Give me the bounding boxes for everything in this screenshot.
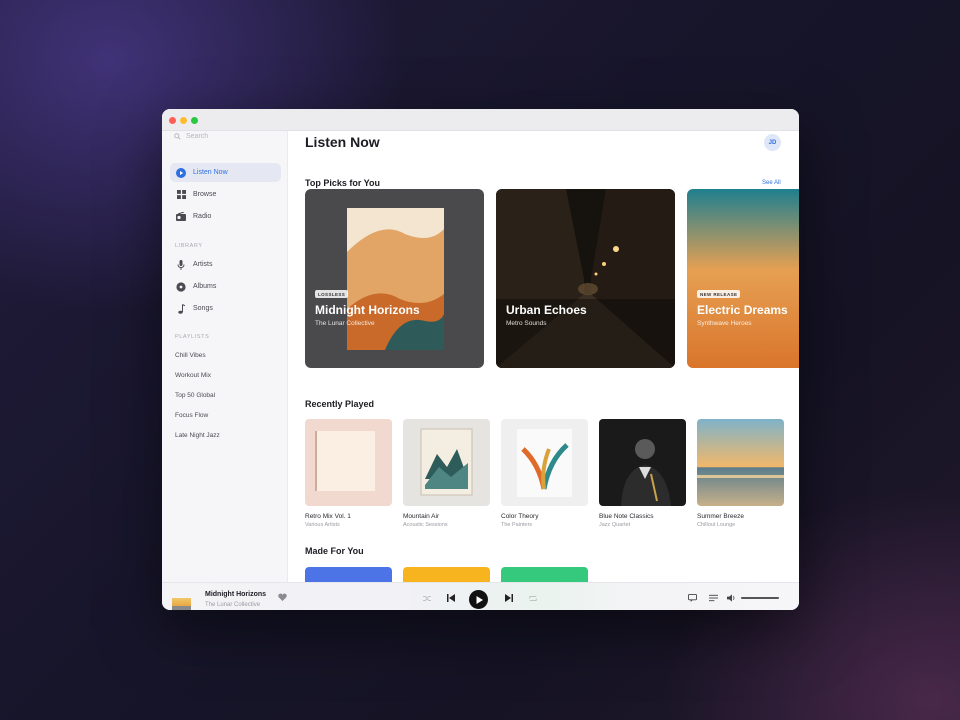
sidebar-item-label: Listen Now (193, 169, 228, 176)
recent-album-card[interactable]: Retro Mix Vol. 1 Various Artists (305, 419, 392, 528)
album-title: Summer Breeze (697, 513, 744, 520)
pick-title: Midnight Horizons (315, 303, 420, 317)
album-artist: The Painters (501, 522, 533, 528)
heart-icon[interactable] (277, 592, 287, 602)
playlist-item[interactable]: Late Night Jazz (175, 432, 220, 439)
album-art (305, 419, 392, 506)
album-art-abstract (305, 189, 484, 368)
pick-subtitle: Metro Sounds (506, 320, 547, 327)
play-circle-icon (176, 167, 186, 178)
radio-icon (176, 212, 186, 222)
album-art (403, 419, 490, 506)
pick-subtitle: Synthwave Heroes (697, 320, 752, 327)
library-section-label: LIBRARY (175, 243, 203, 249)
volume-slider-fill (741, 597, 779, 599)
disc-icon (176, 281, 186, 292)
now-playing-title: Midnight Horizons (205, 591, 267, 598)
pick-title: Electric Dreams (697, 303, 788, 317)
made-for-you-card[interactable] (403, 567, 490, 582)
sidebar-item-radio[interactable]: Radio (170, 207, 281, 226)
music-note-icon (176, 303, 186, 314)
title-bar (162, 109, 799, 131)
sidebar-item-label: Radio (193, 213, 212, 220)
search-placeholder: Search (186, 132, 209, 140)
album-artist: Various Artists (305, 522, 340, 528)
sidebar-item-songs[interactable]: Songs (170, 299, 281, 318)
pick-subtitle: The Lunar Collective (315, 320, 375, 327)
top-picks-title: Top Picks for You (305, 178, 381, 188)
album-artist: Chillout Lounge (697, 522, 736, 528)
previous-track-icon[interactable] (446, 593, 456, 603)
minimize-window-button[interactable] (180, 117, 187, 124)
recently-played-title: Recently Played (305, 399, 375, 409)
playlist-item[interactable]: Chill Vibes (175, 352, 206, 359)
sidebar-item-label: Albums (193, 283, 217, 290)
playlist-item[interactable]: Workout Mix (175, 372, 211, 379)
music-app-window: Search Listen Now Browse Radio LIBRARY A… (162, 109, 799, 610)
shuffle-icon[interactable] (422, 594, 431, 603)
player-bar: Midnight Horizons The Lunar Collective (162, 582, 799, 610)
sidebar-item-browse[interactable]: Browse (170, 185, 281, 204)
recent-album-card[interactable]: Mountain Air Acoustic Sessions (403, 419, 490, 528)
zoom-window-button[interactable] (191, 117, 198, 124)
sidebar-item-label: Songs (193, 305, 213, 312)
avatar[interactable]: JD (764, 134, 781, 151)
play-icon (476, 595, 483, 604)
next-track-icon[interactable] (504, 593, 514, 603)
search-icon (174, 132, 181, 140)
album-art (501, 419, 588, 506)
sidebar-item-label: Artists (193, 261, 213, 268)
search-field[interactable]: Search (174, 131, 208, 141)
play-button[interactable] (469, 590, 488, 609)
playlist-item[interactable]: Top 50 Global (175, 392, 215, 399)
close-window-button[interactable] (169, 117, 176, 124)
see-all-link[interactable]: See All (762, 180, 781, 186)
made-for-you-card[interactable] (501, 567, 588, 582)
queue-icon[interactable] (708, 593, 718, 603)
page-title: Listen Now (305, 134, 380, 150)
sidebar-item-artists[interactable]: Artists (170, 255, 281, 274)
album-title: Color Theory (501, 513, 539, 520)
made-for-you-card[interactable] (305, 567, 392, 582)
album-title: Mountain Air (403, 513, 440, 520)
lyrics-icon[interactable] (687, 593, 697, 603)
volume-slider[interactable] (741, 597, 779, 599)
album-art-street (496, 189, 675, 368)
made-for-you-title: Made For You (305, 546, 364, 556)
playlists-section-label: PLAYLISTS (175, 334, 210, 340)
volume-icon[interactable] (726, 593, 736, 603)
album-title: Blue Note Classics (599, 513, 654, 520)
top-pick-card[interactable]: LOSSLESS Midnight Horizons The Lunar Col… (305, 189, 484, 368)
grid-icon (176, 190, 186, 200)
top-pick-card[interactable]: NEW RELEASE Electric Dreams Synthwave He… (687, 189, 799, 368)
album-artist: Jazz Quartet (599, 522, 631, 528)
top-pick-card[interactable]: Urban Echoes Metro Sounds (496, 189, 675, 368)
album-artist: Acoustic Sessions (403, 522, 448, 528)
main-content: Listen Now JD Top Picks for You See All … (289, 131, 799, 582)
new-release-badge: NEW RELEASE (697, 290, 741, 298)
playlist-item[interactable]: Focus Flow (175, 412, 208, 419)
album-art (697, 419, 784, 506)
sidebar-item-albums[interactable]: Albums (170, 277, 281, 296)
sidebar-item-label: Browse (193, 191, 217, 198)
microphone-icon (176, 259, 186, 270)
sidebar: Search Listen Now Browse Radio LIBRARY A… (162, 131, 288, 582)
recent-album-card[interactable]: Color Theory The Painters (501, 419, 588, 528)
now-playing-artwork[interactable] (172, 598, 191, 610)
lossless-badge: LOSSLESS (315, 290, 349, 298)
now-playing-artist: The Lunar Collective (205, 602, 261, 608)
album-art-sunset (687, 189, 799, 368)
recent-album-card[interactable]: Summer Breeze Chillout Lounge (697, 419, 784, 528)
repeat-icon[interactable] (528, 594, 537, 603)
album-art (599, 419, 686, 506)
album-title: Retro Mix Vol. 1 (305, 513, 351, 520)
sidebar-item-listen-now[interactable]: Listen Now (170, 163, 281, 182)
recent-album-card[interactable]: Blue Note Classics Jazz Quartet (599, 419, 686, 528)
pick-title: Urban Echoes (506, 303, 587, 317)
